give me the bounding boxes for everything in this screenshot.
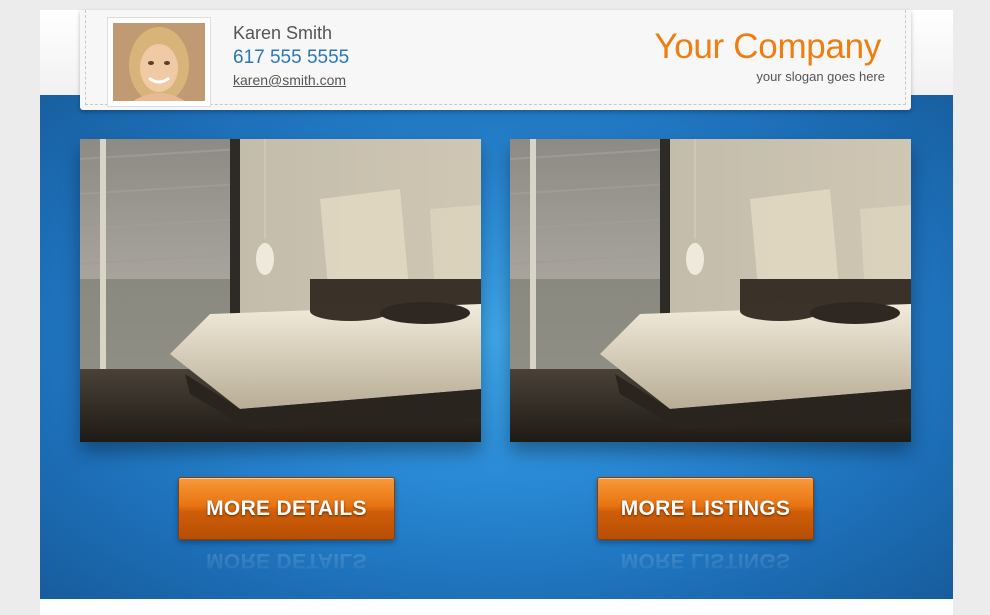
more-details-reflection: MORE DETAILS	[206, 549, 367, 572]
more-details-button[interactable]: MORE DETAILS	[178, 477, 395, 540]
avatar	[107, 17, 211, 107]
agent-header: Karen Smith 617 555 5555 karen@smith.com…	[80, 10, 911, 110]
footer-strip	[40, 599, 953, 615]
listing-photo-left[interactable]	[80, 139, 481, 442]
bedroom-photo-image	[80, 139, 481, 442]
company-name: Your Company	[654, 27, 881, 66]
agent-email-link[interactable]: karen@smith.com	[233, 72, 346, 88]
avatar-photo-image	[113, 23, 205, 101]
agent-phone: 617 555 5555	[233, 47, 350, 68]
bedroom-photo-image	[510, 139, 911, 442]
hero-banner: MORE DETAILS MORE LISTINGS MORE DETAILS …	[40, 95, 953, 599]
more-listings-button[interactable]: MORE LISTINGS	[597, 477, 814, 540]
company-slogan: your slogan goes here	[756, 69, 885, 84]
listing-photo-right[interactable]	[510, 139, 911, 442]
agent-name: Karen Smith	[233, 23, 333, 43]
more-listings-reflection: MORE LISTINGS	[620, 549, 791, 572]
